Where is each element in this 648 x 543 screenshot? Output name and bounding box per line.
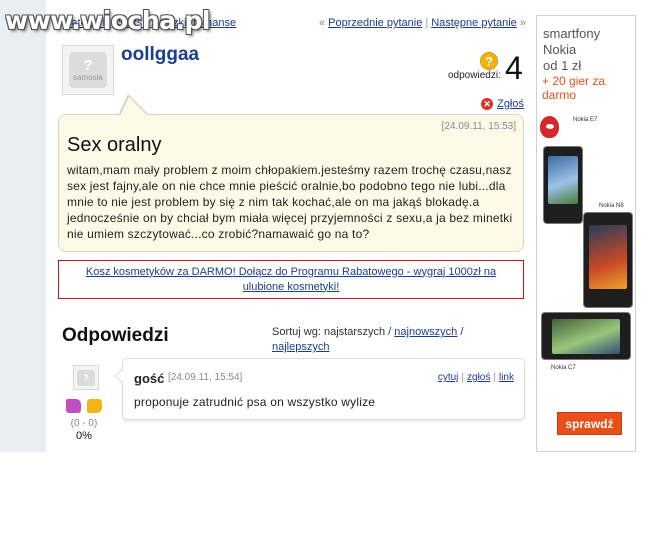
answer-text: proponuje zatrudnić psa on wszystko wyli… bbox=[134, 395, 376, 409]
answers-count-label: odpowiedzi: bbox=[448, 70, 501, 81]
answers-count: 4 bbox=[505, 50, 523, 86]
answer-actions: cytuj | zgłoś | link bbox=[437, 372, 514, 383]
question-title: Sex oralny bbox=[67, 134, 162, 156]
watermark: www.wiocha.pl bbox=[5, 6, 210, 35]
left-margin-strip bbox=[0, 0, 46, 452]
phone-label-n8: Nokia N8 bbox=[599, 203, 624, 209]
ad-title-line2: od 1 zł bbox=[543, 58, 582, 73]
answer-card: gość [24.09.11, 15:54] cytuj | zgłoś | link … bbox=[122, 358, 525, 420]
thumbs-down-icon[interactable] bbox=[87, 399, 102, 413]
speech-bubble-tail-fill bbox=[120, 97, 148, 116]
answer-bubble-tail-fill bbox=[116, 370, 123, 382]
report-link[interactable]: Zgłoś bbox=[497, 98, 524, 110]
default-avatar-icon: ? samosia bbox=[69, 52, 107, 88]
report-question[interactable]: ✕ Zgłoś bbox=[481, 98, 524, 110]
author-avatar[interactable]: ? samosia bbox=[62, 45, 114, 95]
next-arrow-icon: » bbox=[519, 17, 526, 29]
prev-arrow-icon: « bbox=[318, 17, 326, 29]
phone-n8-image bbox=[583, 212, 633, 308]
sort-options: Sortuj wg: najstarszych / najnowszych / … bbox=[272, 325, 492, 355]
ad-title: smartfony Nokia od 1 zł bbox=[543, 26, 635, 74]
phone-label-c7: Nokia C7 bbox=[551, 365, 576, 371]
vote-percent: 0% bbox=[76, 430, 92, 442]
answers-heading: Odpowiedzi bbox=[62, 325, 169, 346]
phone-c7-image bbox=[541, 312, 631, 360]
sort-newest-link[interactable]: najnowszych bbox=[394, 326, 457, 338]
ad-subtitle: + 20 gier za darmo bbox=[542, 74, 606, 102]
sort-best-link[interactable]: najlepszych bbox=[272, 341, 329, 353]
phone-label-e7: Nokia E7 bbox=[573, 117, 598, 123]
ad-title-line1: smartfony Nokia bbox=[543, 26, 601, 57]
question-navigation: « Poprzednie pytanie | Następne pytanie » bbox=[318, 17, 526, 29]
angry-bird-icon bbox=[540, 116, 559, 138]
default-avatar-icon: ? bbox=[77, 369, 95, 386]
answer-permalink[interactable]: link bbox=[499, 372, 514, 383]
thumbs-up-icon[interactable] bbox=[66, 399, 81, 413]
report-answer-link[interactable]: zgłoś bbox=[467, 372, 490, 383]
quote-link[interactable]: cytuj bbox=[438, 372, 459, 383]
ad-check-button[interactable]: sprawdź bbox=[557, 412, 622, 435]
vote-counts: (0 - 0) bbox=[70, 418, 98, 429]
question-mark-icon: ? bbox=[480, 52, 498, 70]
question-author[interactable]: oollggaa bbox=[121, 44, 199, 66]
next-question-link[interactable]: Następne pytanie bbox=[431, 17, 517, 29]
promo-banner: Kosz kosmetyków za DARMO! Dołącz do Prog… bbox=[58, 260, 524, 299]
answer-votes: (0 - 0) 0% bbox=[66, 399, 102, 442]
nokia-ad-banner[interactable]: smartfony Nokia od 1 zł + 20 gier za dar… bbox=[536, 15, 636, 452]
sort-separator: / bbox=[460, 326, 464, 338]
promo-link[interactable]: Kosz kosmetyków za DARMO! Dołącz do Prog… bbox=[65, 265, 517, 295]
report-icon: ✕ bbox=[481, 98, 494, 110]
phone-e7-image bbox=[543, 146, 583, 224]
answer-avatar[interactable]: ? bbox=[73, 365, 99, 390]
avatar-caption: samosia bbox=[73, 73, 103, 82]
prev-question-link[interactable]: Poprzednie pytanie bbox=[328, 17, 422, 29]
answer-date: [24.09.11, 15:54] bbox=[168, 372, 243, 383]
question-date: [24.09.11, 15:53] bbox=[441, 121, 516, 132]
question-box: [24.09.11, 15:53] Sex oralny witam,mam m… bbox=[58, 114, 524, 252]
answer-author: gość bbox=[134, 371, 165, 386]
sort-label: Sortuj wg: najstarszych / bbox=[272, 326, 392, 338]
question-body: witam,mam mały problem z moim chłopakiem… bbox=[67, 163, 513, 241]
